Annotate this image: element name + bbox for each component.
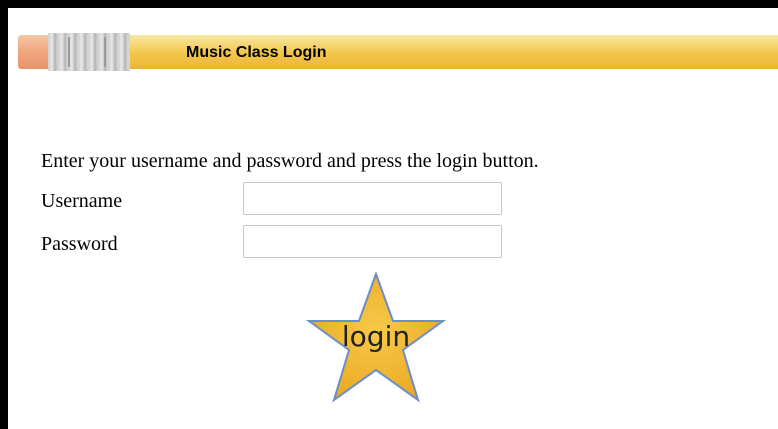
pencil-eraser: [18, 35, 50, 69]
login-instructions: Enter your username and password and pre…: [41, 150, 539, 172]
username-input[interactable]: [243, 182, 502, 215]
username-label: Username: [41, 190, 123, 212]
pencil-ferrule: [48, 33, 130, 71]
login-button[interactable]: login: [305, 270, 447, 412]
login-page: Music Class Login Enter your username an…: [8, 8, 778, 429]
page-title: Music Class Login: [186, 44, 327, 61]
pencil-header: Music Class Login: [18, 32, 778, 74]
password-label: Password: [41, 233, 118, 255]
login-button-label: login: [341, 320, 411, 353]
password-input[interactable]: [243, 225, 502, 258]
